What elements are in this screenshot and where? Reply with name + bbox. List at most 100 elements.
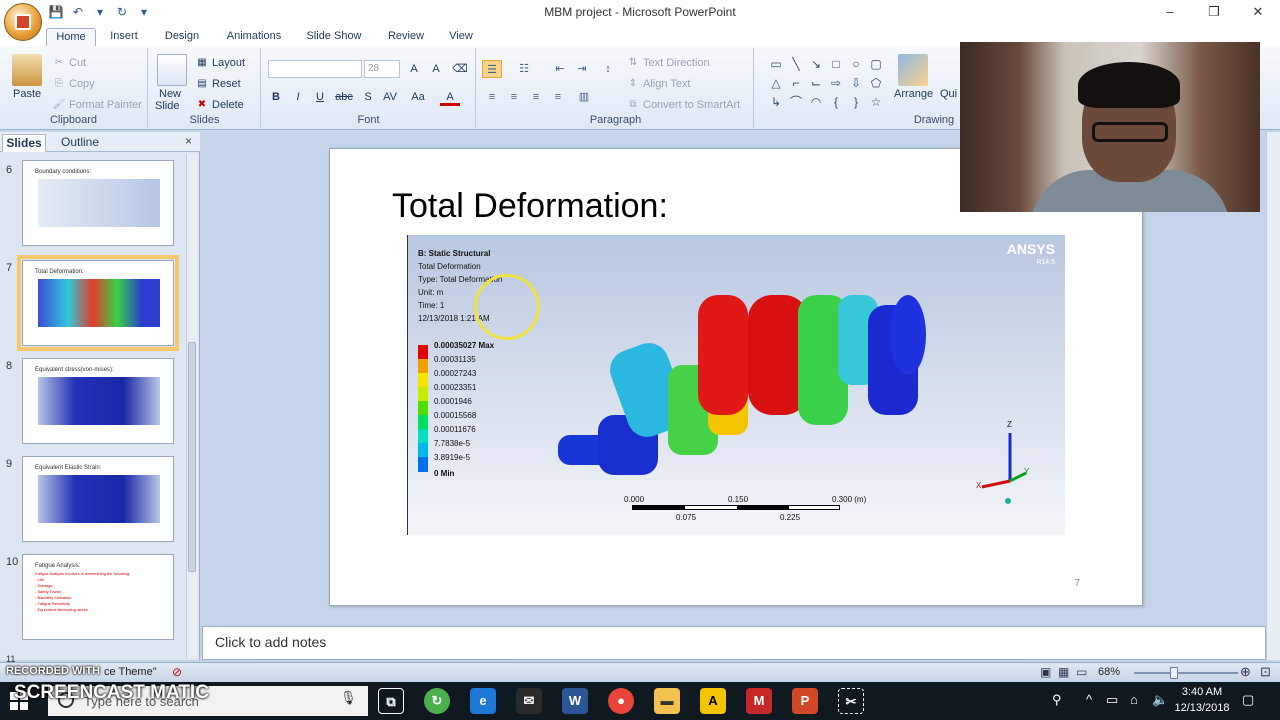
- zoom-in-icon[interactable]: ⊕: [1240, 664, 1251, 680]
- align-right-icon[interactable]: ≡: [526, 88, 546, 106]
- slide-thumbnail-9[interactable]: Equivalent Elastic Strain:: [22, 456, 174, 542]
- current-slide[interactable]: Total Deformation: ANSYS R14.5 B: Static…: [329, 148, 1143, 606]
- align-left-icon[interactable]: ≡: [482, 88, 502, 106]
- slide-thumbnail-10[interactable]: Fatigue Analysis: Fatigue Analysis invol…: [22, 554, 174, 640]
- clear-formatting-icon[interactable]: ⌫: [450, 60, 470, 78]
- word-icon[interactable]: W: [562, 688, 588, 714]
- textbox-shape-icon[interactable]: ▭: [768, 56, 784, 72]
- microphone-icon[interactable]: 🎙: [340, 690, 357, 706]
- increase-indent-icon[interactable]: ⇥: [572, 60, 592, 78]
- quick-styles-button[interactable]: Qui Style: [940, 88, 960, 100]
- editor-scrollbar[interactable]: [1266, 132, 1280, 660]
- tab-animations[interactable]: Animations: [222, 28, 286, 46]
- clock-time[interactable]: 3:40 AM: [1180, 686, 1224, 698]
- task-view-icon[interactable]: ⧉: [378, 688, 404, 714]
- font-color-button[interactable]: A: [440, 88, 460, 106]
- shadow-button[interactable]: S: [358, 88, 378, 106]
- columns-icon[interactable]: ▥: [574, 88, 594, 106]
- oval-shape-icon[interactable]: ○: [848, 56, 864, 72]
- network-icon[interactable]: ⌂: [1130, 692, 1138, 707]
- battery-icon[interactable]: ▭: [1106, 692, 1118, 708]
- delete-button[interactable]: ✖ Delete: [195, 98, 244, 112]
- slide-title[interactable]: Total Deformation:: [392, 187, 668, 226]
- curve-arrow-shape-icon[interactable]: ↳: [768, 94, 784, 110]
- paste-icon[interactable]: [12, 54, 42, 86]
- arrange-button[interactable]: Arrange: [894, 88, 933, 100]
- elbow-connector-icon[interactable]: ⌐: [788, 75, 804, 91]
- copy-button[interactable]: ⎘ Copy: [52, 77, 95, 91]
- curve-shape-icon[interactable]: ⌒: [788, 94, 804, 110]
- bullets-icon[interactable]: ☰: [482, 60, 502, 78]
- slide-thumbnail-8[interactable]: Equivalent stress(von-mises):: [22, 358, 174, 444]
- volume-icon[interactable]: 🔈: [1152, 692, 1168, 708]
- slide-thumbnail-6[interactable]: Boundary conditions:: [22, 160, 174, 246]
- arc-shape-icon[interactable]: ◠: [808, 94, 824, 110]
- font-name-combo[interactable]: [268, 60, 362, 78]
- cut-button[interactable]: ✂ Cut: [52, 56, 86, 70]
- line-spacing-icon[interactable]: ↕: [598, 60, 618, 78]
- grow-font-icon[interactable]: A: [404, 60, 424, 78]
- layout-button[interactable]: ▦ Layout: [195, 56, 245, 70]
- arrange-icon[interactable]: [898, 54, 928, 86]
- character-spacing-button[interactable]: AV: [380, 88, 400, 106]
- spellcheck-icon[interactable]: ⊘: [172, 665, 182, 679]
- normal-view-icon[interactable]: ▣: [1040, 665, 1051, 679]
- app-icon-green[interactable]: ↻: [424, 688, 450, 714]
- strikethrough-button[interactable]: abc: [334, 88, 354, 106]
- down-arrow-shape-icon[interactable]: ⇩: [848, 75, 864, 91]
- notification-icon[interactable]: ▢: [1242, 692, 1254, 708]
- connector-shape-icon[interactable]: ⌙: [808, 75, 824, 91]
- mcafee-icon[interactable]: M: [746, 688, 772, 714]
- snipping-tool-icon[interactable]: ✂: [838, 688, 864, 714]
- file-explorer-icon[interactable]: ▬: [654, 688, 680, 714]
- format-painter-button[interactable]: 🖌 Format Painter: [52, 98, 142, 112]
- close-button[interactable]: ✕: [1236, 0, 1280, 26]
- fit-slide-icon[interactable]: ⊡: [1260, 664, 1271, 680]
- minimize-button[interactable]: –: [1148, 0, 1192, 26]
- align-text-button[interactable]: ⇕ Align Text: [626, 77, 691, 91]
- rounded-rect-shape-icon[interactable]: ▢: [868, 56, 884, 72]
- new-slide-button[interactable]: New: [159, 88, 181, 100]
- new-slide-icon[interactable]: [157, 54, 187, 86]
- zoom-level[interactable]: 68%: [1098, 666, 1120, 678]
- justify-icon[interactable]: ≡: [548, 88, 568, 106]
- text-direction-button[interactable]: ⇅ Text Direction: [626, 56, 710, 70]
- zoom-slider-handle[interactable]: [1170, 667, 1178, 679]
- slides-scrollbar-thumb[interactable]: [188, 342, 196, 572]
- brace-left-shape-icon[interactable]: {: [828, 94, 844, 110]
- italic-button[interactable]: I: [288, 88, 308, 106]
- tab-insert[interactable]: Insert: [104, 28, 144, 46]
- decrease-indent-icon[interactable]: ⇤: [550, 60, 570, 78]
- brace-right-shape-icon[interactable]: }: [848, 94, 864, 110]
- convert-smartart-button[interactable]: ⧉ Convert to SmartArt: [626, 98, 740, 112]
- tray-chevron-icon[interactable]: ^: [1086, 692, 1092, 707]
- people-icon[interactable]: ⚲: [1052, 692, 1062, 708]
- restore-button[interactable]: ❐: [1192, 0, 1236, 26]
- triangle-shape-icon[interactable]: △: [768, 75, 784, 91]
- zoom-slider[interactable]: [1134, 672, 1238, 674]
- freeform-shape-icon[interactable]: ⬠: [868, 75, 884, 91]
- line-shape-icon[interactable]: ╲: [788, 56, 804, 72]
- shrink-font-icon[interactable]: A: [426, 60, 446, 78]
- slide-sorter-icon[interactable]: ▦: [1058, 665, 1069, 679]
- tab-slides[interactable]: Slides: [2, 134, 46, 152]
- underline-button[interactable]: U: [310, 88, 330, 106]
- close-pane-icon[interactable]: ×: [185, 134, 192, 148]
- arrow-line-shape-icon[interactable]: ↘: [808, 56, 824, 72]
- mail-icon[interactable]: ✉: [516, 688, 542, 714]
- office-button[interactable]: [4, 3, 42, 41]
- notes-pane[interactable]: Click to add notes: [202, 626, 1266, 660]
- tab-outline[interactable]: Outline: [52, 134, 108, 152]
- reset-button[interactable]: ▤ Reset: [195, 77, 240, 91]
- font-size-combo[interactable]: 28: [364, 60, 400, 78]
- shapes-gallery[interactable]: ▭ ╲ ↘ □ ○ ▢ △ ⌐ ⌙ ⇨ ⇩ ⬠ ↳ ⌒ ◠ { } ☆: [768, 56, 888, 110]
- chrome-icon[interactable]: ●: [608, 688, 634, 714]
- tab-design[interactable]: Design: [158, 28, 206, 46]
- star-shape-icon[interactable]: ☆: [868, 94, 884, 110]
- paste-button[interactable]: Paste: [13, 88, 41, 100]
- numbering-icon[interactable]: ☷: [514, 60, 534, 78]
- new-slide-button-label[interactable]: Slide: [155, 100, 179, 112]
- ansys-icon[interactable]: A: [700, 688, 726, 714]
- rectangle-shape-icon[interactable]: □: [828, 56, 844, 72]
- tab-view[interactable]: View: [444, 28, 478, 46]
